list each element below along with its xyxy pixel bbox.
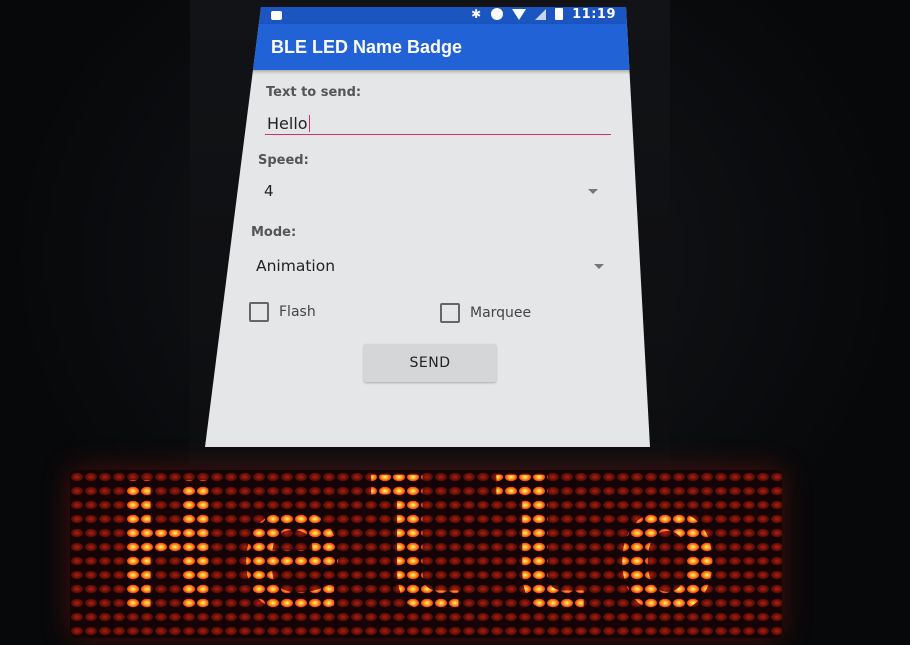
speed-value: 4 [264,182,274,200]
flash-checkbox[interactable] [249,302,269,322]
mode-dropdown[interactable]: Animation [251,250,604,278]
flash-label: Flash [279,304,316,320]
notification-icon [271,11,282,20]
wifi-icon [512,8,527,20]
do-not-disturb-icon [491,8,504,20]
text-to-send-value: Hello [267,114,308,133]
bluetooth-icon: ✱ [471,7,482,21]
text-caret [308,115,311,132]
speed-label: Speed: [258,153,309,168]
app-bar: BLE LED Name Badge [205,24,650,70]
status-icons: ✱ 11:19 [470,6,616,22]
marquee-checkbox[interactable] [440,303,460,323]
marquee-option[interactable]: Marquee [440,303,531,323]
flash-option[interactable]: Flash [249,302,316,322]
signal-icon [535,8,547,20]
photo-scene: ✱ 11:19 BLE LED Name Badge Text to send:… [0,0,910,645]
send-button[interactable]: SEND [364,344,496,382]
text-to-send-input[interactable]: Hello [265,106,611,135]
mode-value: Animation [256,257,336,275]
mode-label: Mode: [251,225,297,240]
app-title: BLE LED Name Badge [271,37,463,57]
status-time: 11:19 [572,6,616,22]
led-name-badge: Hello [70,470,782,638]
speed-dropdown[interactable]: 4 [258,175,598,203]
marquee-label: Marquee [470,305,532,321]
dropdown-arrow-icon [588,189,598,194]
led-matrix: Hello [70,470,782,638]
dropdown-arrow-icon [594,264,604,269]
text-to-send-label: Text to send: [266,85,362,100]
battery-icon [555,8,564,20]
phone-screen: ✱ 11:19 BLE LED Name Badge Text to send:… [205,6,650,447]
